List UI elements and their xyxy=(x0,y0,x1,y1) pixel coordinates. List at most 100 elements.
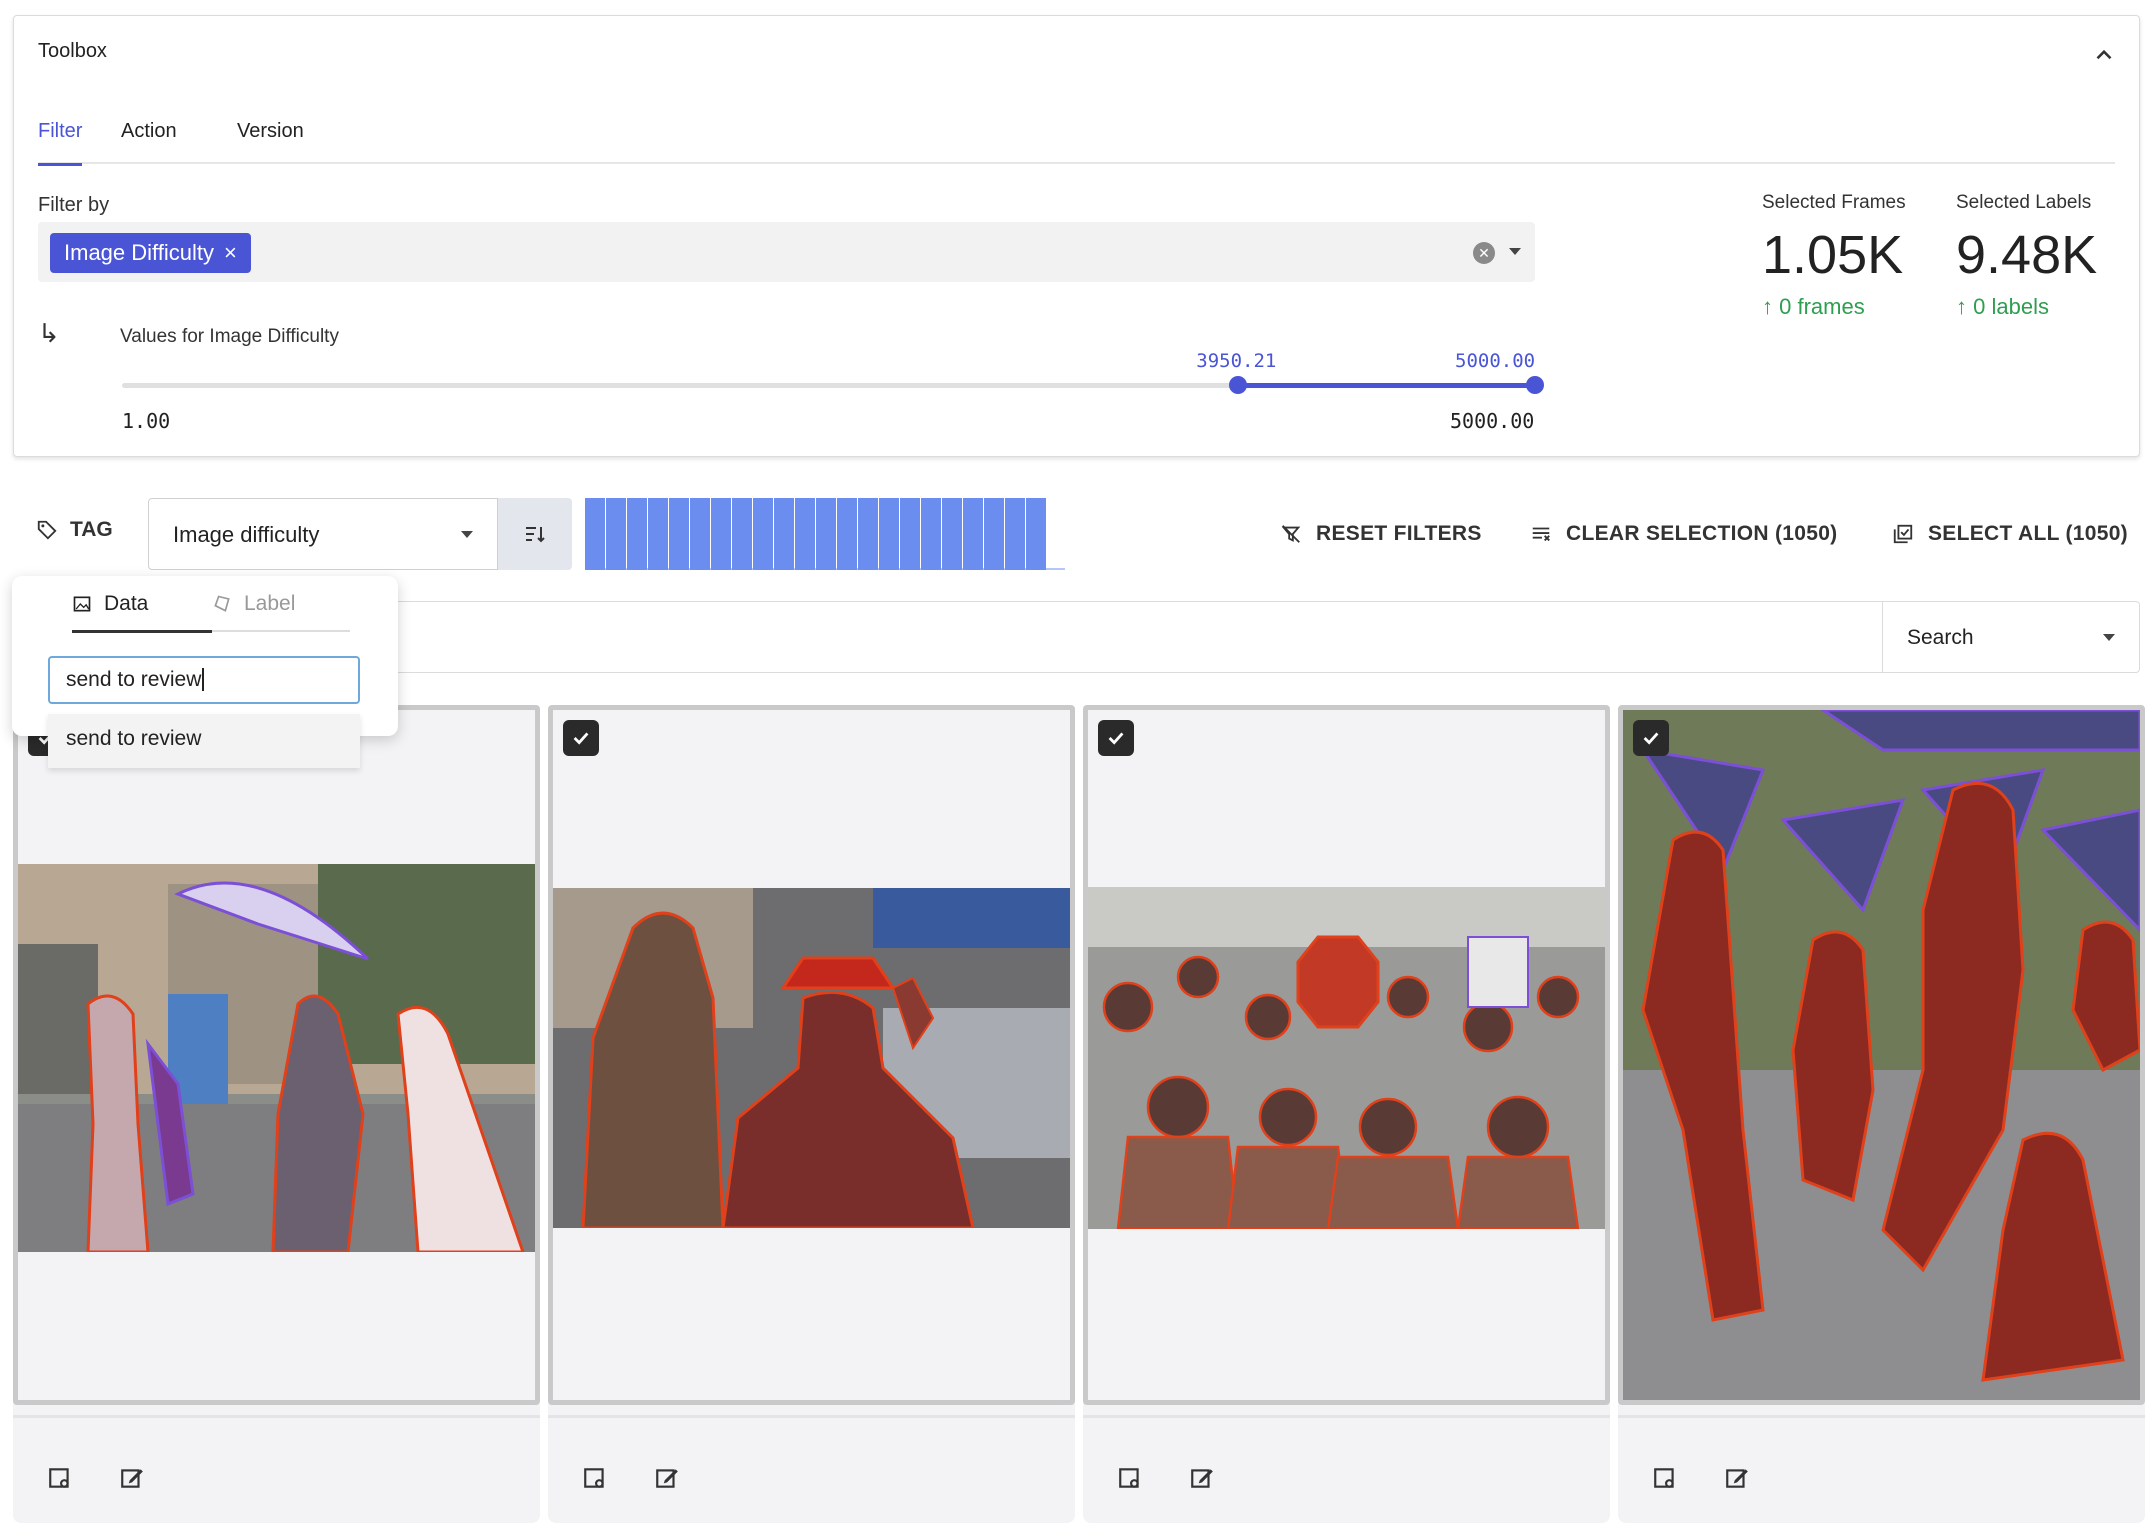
slider-thumb-low[interactable] xyxy=(1229,376,1248,394)
stat-delta: ↑ 0 frames xyxy=(1762,294,1865,319)
sort-by-value: Image difficulty xyxy=(173,522,320,547)
arrow-up-icon: ↑ xyxy=(1762,294,1780,319)
chip-remove-icon[interactable]: × xyxy=(224,240,237,266)
histogram-bar xyxy=(627,498,647,570)
card-divider xyxy=(1618,1415,2145,1418)
label-polygon-icon xyxy=(214,595,230,612)
dropdown-caret-icon xyxy=(2103,634,2115,641)
reset-filters-label: RESET FILTERS xyxy=(1316,522,1482,545)
search-type-value: Search xyxy=(1907,626,1974,649)
card-checkbox[interactable] xyxy=(1633,720,1669,756)
sort-descending-icon xyxy=(526,527,545,543)
histogram-bar xyxy=(795,498,815,570)
image-preview-icon[interactable] xyxy=(47,1465,73,1491)
tab-action[interactable]: Action xyxy=(121,120,177,163)
image-card[interactable] xyxy=(548,705,1075,1523)
chevron-up-icon[interactable] xyxy=(2091,42,2117,68)
histogram-bar xyxy=(648,498,668,570)
tab-filter[interactable]: Filter xyxy=(38,120,83,166)
tag-label: TAG xyxy=(70,518,113,541)
clear-selection-button[interactable]: CLEAR SELECTION (1050) xyxy=(1530,522,1837,546)
histogram-bar xyxy=(816,498,836,570)
card-frame[interactable] xyxy=(548,705,1075,1405)
clear-list-icon xyxy=(1532,527,1550,542)
stat-selected-frames: Selected Frames 1.05K ↑ 0 frames xyxy=(1762,192,1906,320)
edit-icon[interactable] xyxy=(654,1465,680,1491)
sort-by-select[interactable]: Image difficulty xyxy=(148,498,498,570)
histogram-bar xyxy=(585,498,605,570)
slider-max: 5000.00 xyxy=(1450,409,1535,433)
dropdown-caret-icon xyxy=(461,531,473,538)
image-preview-icon[interactable] xyxy=(1117,1465,1143,1491)
filter-off-icon xyxy=(1281,525,1301,543)
dropdown-caret-icon[interactable] xyxy=(1509,248,1521,255)
card-divider xyxy=(13,1415,540,1418)
histogram-bar xyxy=(984,498,1004,570)
card-image xyxy=(1088,887,1605,1229)
slider-min: 1.00 xyxy=(122,409,171,433)
popover-tab-label[interactable]: Label xyxy=(212,592,350,632)
histogram-bar xyxy=(606,498,626,570)
histogram-bar xyxy=(837,498,857,570)
tag-button[interactable]: TAG xyxy=(36,518,113,542)
popover-tab-label-label: Label xyxy=(244,592,296,615)
reset-filters-button[interactable]: RESET FILTERS xyxy=(1280,522,1482,546)
histogram-bar xyxy=(774,498,794,570)
select-all-button[interactable]: SELECT ALL (1050) xyxy=(1892,522,2128,546)
toolbox-panel: Toolbox Filter Action Version Filter by … xyxy=(13,15,2140,457)
histogram-bar xyxy=(879,498,899,570)
slider-high-value: 5000.00 xyxy=(1455,350,1536,372)
toolbox-title: Toolbox xyxy=(38,40,107,62)
filter-select[interactable]: Image Difficulty × ✕ xyxy=(38,222,1535,282)
image-card[interactable] xyxy=(13,705,540,1523)
check-icon xyxy=(573,732,589,745)
values-label: Values for Image Difficulty xyxy=(120,326,339,347)
popover-tab-data-label: Data xyxy=(104,592,149,615)
popover-tab-data[interactable]: Data xyxy=(72,592,212,633)
range-slider[interactable] xyxy=(122,376,1544,394)
card-checkbox[interactable] xyxy=(563,720,599,756)
card-checkbox[interactable] xyxy=(1098,720,1134,756)
histogram-bar xyxy=(858,498,878,570)
toolbox-tabs: Filter Action Version xyxy=(38,104,2115,166)
difficulty-histogram[interactable] xyxy=(585,498,1065,570)
histogram-bar xyxy=(732,498,752,570)
stat-selected-labels: Selected Labels 9.48K ↑ 0 labels xyxy=(1956,192,2097,320)
slider-low-value: 3950.21 xyxy=(1196,350,1277,372)
image-card[interactable] xyxy=(1618,705,2145,1523)
select-all-icon xyxy=(1893,524,1913,544)
slider-fill xyxy=(1238,383,1535,388)
filter-chip[interactable]: Image Difficulty × xyxy=(50,233,251,273)
card-frame[interactable] xyxy=(1083,705,1610,1405)
tag-input[interactable]: send to review xyxy=(48,656,360,704)
card-image xyxy=(553,888,1070,1228)
arrow-up-icon: ↑ xyxy=(1956,294,1974,319)
stat-label: Selected Labels xyxy=(1956,192,2092,213)
edit-icon[interactable] xyxy=(1724,1465,1750,1491)
check-icon xyxy=(1643,732,1659,745)
histogram-bar xyxy=(690,498,710,570)
slider-thumb-high[interactable] xyxy=(1526,376,1544,394)
edit-icon[interactable] xyxy=(119,1465,145,1491)
filter-chip-label: Image Difficulty xyxy=(64,240,214,265)
histogram-bar xyxy=(942,498,962,570)
clear-selection-label: CLEAR SELECTION (1050) xyxy=(1566,522,1838,545)
subdirectory-arrow-icon: ↳ xyxy=(38,318,60,348)
stat-delta: ↑ 0 labels xyxy=(1956,294,2049,319)
search-type-select[interactable]: Search xyxy=(1882,602,2139,672)
image-icon xyxy=(73,596,91,612)
edit-icon[interactable] xyxy=(1189,1465,1215,1491)
card-frame[interactable] xyxy=(1618,705,2145,1405)
image-preview-icon[interactable] xyxy=(582,1465,608,1491)
tag-suggestion-item[interactable]: send to review xyxy=(48,714,360,768)
histogram-bar xyxy=(900,498,920,570)
tag-icon xyxy=(37,520,57,540)
histogram-bar xyxy=(963,498,983,570)
histogram-bar xyxy=(921,498,941,570)
card-frame[interactable] xyxy=(13,705,540,1405)
tab-version[interactable]: Version xyxy=(237,120,304,163)
clear-icon[interactable]: ✕ xyxy=(1473,242,1495,264)
sort-direction-button[interactable] xyxy=(498,498,572,570)
image-preview-icon[interactable] xyxy=(1652,1465,1678,1491)
image-card[interactable] xyxy=(1083,705,1610,1523)
